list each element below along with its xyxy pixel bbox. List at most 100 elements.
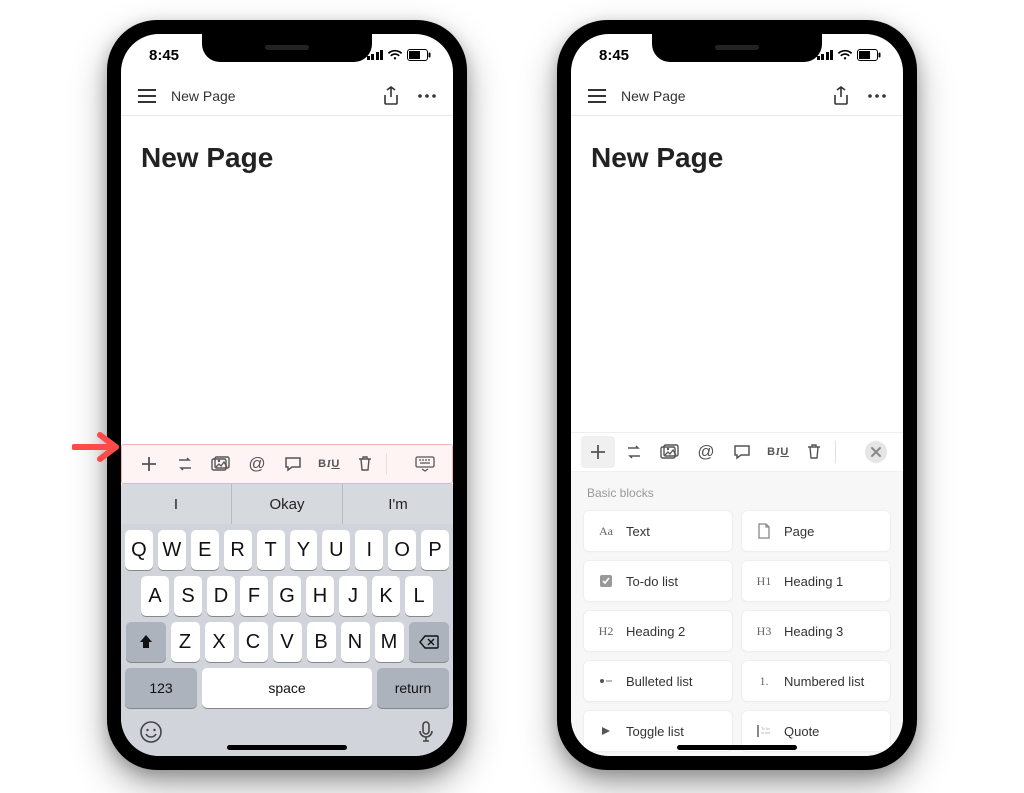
trash-icon[interactable] (348, 448, 382, 480)
todo-icon (596, 571, 616, 591)
suggestion-bar: I Okay I'm (121, 484, 453, 524)
key-k[interactable]: K (372, 576, 400, 616)
suggestion-3[interactable]: I'm (342, 484, 453, 524)
wifi-icon (387, 49, 403, 61)
mention-icon[interactable]: @ (240, 448, 274, 480)
block-picker-panel: Basic blocks AaTextPageTo-do listH1Headi… (571, 472, 903, 756)
block-option-label: Bulleted list (626, 674, 692, 689)
key-f[interactable]: F (240, 576, 268, 616)
convert-block-icon[interactable] (617, 436, 651, 468)
nav-title[interactable]: New Page (621, 88, 817, 104)
dictation-key[interactable] (417, 720, 435, 749)
more-icon[interactable] (415, 84, 439, 108)
shift-key[interactable] (126, 622, 166, 662)
key-w[interactable]: W (158, 530, 186, 570)
key-j[interactable]: J (339, 576, 367, 616)
share-icon[interactable] (829, 84, 853, 108)
H1-icon: H1 (754, 571, 774, 591)
emoji-key[interactable] (139, 720, 163, 749)
bullet-icon (596, 671, 616, 691)
H3-icon: H3 (754, 621, 774, 641)
ios-keyboard: I Okay I'm QWERTYUIOP ASDFGHJKL ZXCVBNM … (121, 484, 453, 756)
page-title[interactable]: New Page (591, 142, 883, 174)
block-option-heading-2[interactable]: H2Heading 2 (583, 610, 733, 652)
block-option-label: Page (784, 524, 814, 539)
block-option-label: To-do list (626, 574, 678, 589)
quote-icon: To beor not (754, 721, 774, 741)
key-y[interactable]: Y (290, 530, 318, 570)
text-style-button[interactable]: BIU (312, 448, 346, 480)
block-option-heading-3[interactable]: H3 Heading 3 (741, 610, 891, 652)
trash-icon[interactable] (797, 436, 831, 468)
block-option-label: Quote (784, 724, 819, 739)
convert-block-icon[interactable] (168, 448, 202, 480)
suggestion-1[interactable]: I (121, 484, 231, 524)
key-a[interactable]: A (141, 576, 169, 616)
block-option-page[interactable]: Page (741, 510, 891, 552)
image-icon[interactable] (653, 436, 687, 468)
backspace-key[interactable] (409, 622, 449, 662)
close-picker-button[interactable] (859, 436, 893, 468)
share-icon[interactable] (379, 84, 403, 108)
key-l[interactable]: L (405, 576, 433, 616)
key-t[interactable]: T (257, 530, 285, 570)
key-c[interactable]: C (239, 622, 268, 662)
battery-icon (857, 49, 881, 61)
block-option-numbered-list[interactable]: 1.Numbered list (741, 660, 891, 702)
page-title[interactable]: New Page (141, 142, 433, 174)
numbers-key[interactable]: 123 (125, 668, 197, 708)
block-option-label: Toggle list (626, 724, 684, 739)
device-notch (202, 34, 372, 62)
block-option-label: Heading 3 (784, 624, 843, 639)
key-h[interactable]: H (306, 576, 334, 616)
block-option-label: Numbered list (784, 674, 864, 689)
key-n[interactable]: N (341, 622, 370, 662)
menu-icon[interactable] (135, 84, 159, 108)
status-time: 8:45 (599, 47, 629, 64)
key-g[interactable]: G (273, 576, 301, 616)
comment-icon[interactable] (276, 448, 310, 480)
more-icon[interactable] (865, 84, 889, 108)
key-o[interactable]: O (388, 530, 416, 570)
plus-button[interactable] (581, 436, 615, 468)
plus-button[interactable] (132, 448, 166, 480)
text-style-button[interactable]: BIU (761, 436, 795, 468)
callout-arrow (72, 430, 122, 469)
dismiss-keyboard-icon[interactable] (408, 448, 442, 480)
key-u[interactable]: U (322, 530, 350, 570)
wifi-icon (837, 49, 853, 61)
keyboard-toolbar: @ BIU (571, 432, 903, 472)
block-option-to-do-list[interactable]: To-do list (583, 560, 733, 602)
suggestion-2[interactable]: Okay (231, 484, 342, 524)
image-icon[interactable] (204, 448, 238, 480)
home-indicator[interactable] (677, 745, 797, 750)
key-e[interactable]: E (191, 530, 219, 570)
home-indicator[interactable] (227, 745, 347, 750)
nav-title[interactable]: New Page (171, 88, 367, 104)
key-r[interactable]: R (224, 530, 252, 570)
mention-icon[interactable]: @ (689, 436, 723, 468)
key-z[interactable]: Z (171, 622, 200, 662)
block-option-text[interactable]: AaText (583, 510, 733, 552)
comment-icon[interactable] (725, 436, 759, 468)
key-d[interactable]: D (207, 576, 235, 616)
key-s[interactable]: S (174, 576, 202, 616)
key-m[interactable]: M (375, 622, 404, 662)
key-q[interactable]: Q (125, 530, 153, 570)
nav-bar: New Page (121, 76, 453, 116)
key-b[interactable]: B (307, 622, 336, 662)
battery-icon (407, 49, 431, 61)
key-v[interactable]: V (273, 622, 302, 662)
editor-content[interactable]: New Page (121, 116, 453, 444)
block-option-label: Heading 2 (626, 624, 685, 639)
nav-bar: New Page (571, 76, 903, 116)
block-option-heading-1[interactable]: H1Heading 1 (741, 560, 891, 602)
key-p[interactable]: P (421, 530, 449, 570)
block-option-bulleted-list[interactable]: Bulleted list (583, 660, 733, 702)
menu-icon[interactable] (585, 84, 609, 108)
space-key[interactable]: space (202, 668, 372, 708)
return-key[interactable]: return (377, 668, 449, 708)
editor-content[interactable]: New Page (571, 116, 903, 432)
key-x[interactable]: X (205, 622, 234, 662)
key-i[interactable]: I (355, 530, 383, 570)
